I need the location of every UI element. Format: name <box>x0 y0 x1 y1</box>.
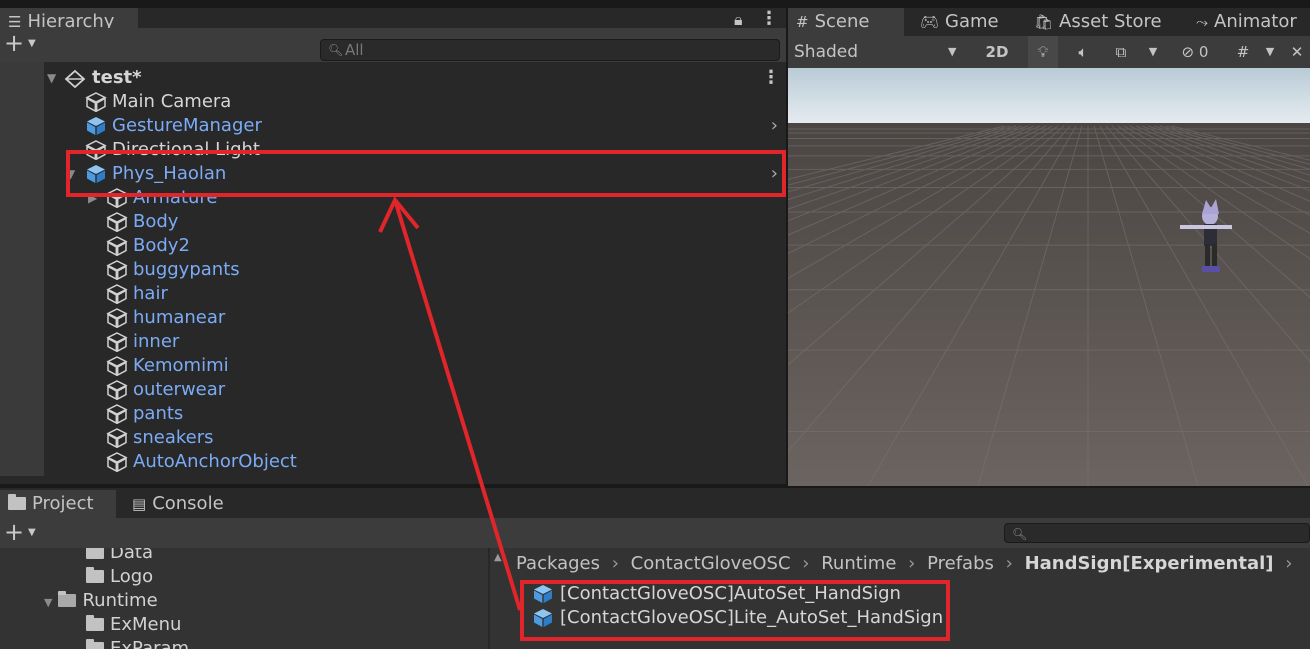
annotation-arrow <box>378 196 522 611</box>
